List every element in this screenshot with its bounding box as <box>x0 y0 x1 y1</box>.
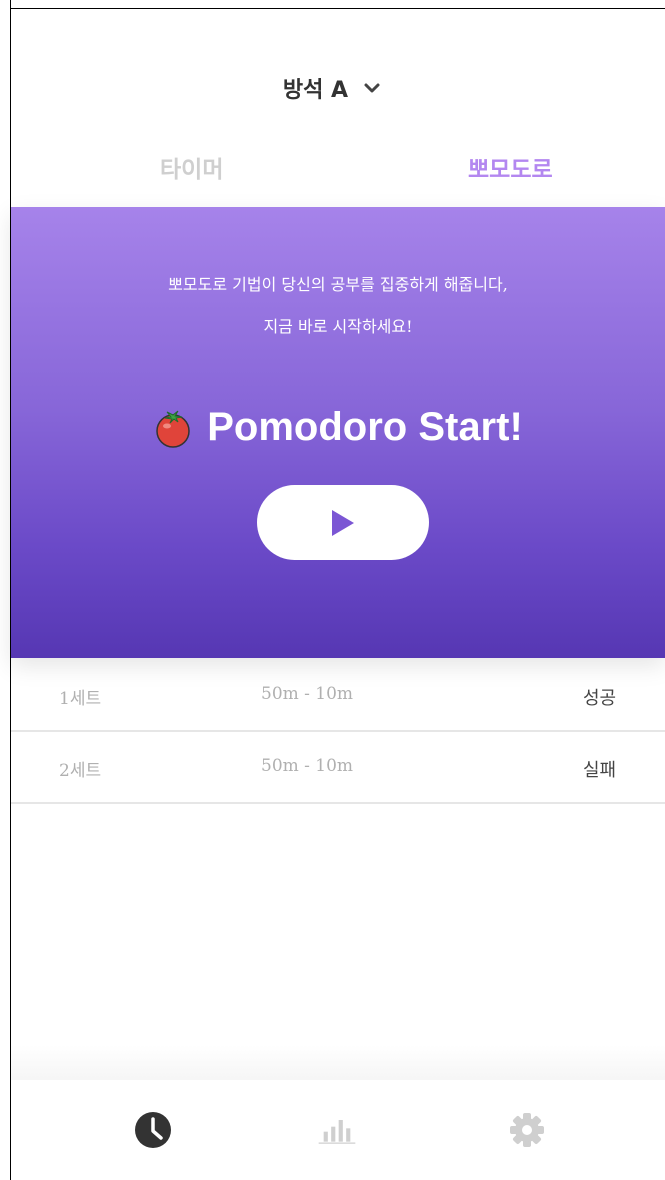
room-label: 방석 A <box>282 78 349 103</box>
set-status: 실패 <box>583 760 617 781</box>
set-time: 50m - 10m <box>261 684 354 704</box>
hero-title-row: Pomodoro Start! <box>11 405 665 450</box>
nav-stats-button[interactable] <box>317 1110 357 1150</box>
set-list: 1세트 50m - 10m 성공 2세트 50m - 10m 실패 <box>11 660 665 804</box>
pomodoro-hero-card: 뽀모도로 기법이 당신의 공부를 집중하게 해줍니다, 지금 바로 시작하세요!… <box>11 207 665 658</box>
bottom-nav <box>11 1080 665 1180</box>
tomato-icon <box>156 410 190 448</box>
list-item: 1세트 50m - 10m 성공 <box>11 660 665 732</box>
hero-title: Pomodoro Start! <box>207 405 523 449</box>
list-item: 2세트 50m - 10m 실패 <box>11 732 665 804</box>
set-status: 성공 <box>583 688 617 709</box>
play-icon <box>332 509 354 536</box>
gear-icon <box>510 1113 544 1147</box>
bar-chart-icon <box>318 1120 356 1144</box>
nav-settings-button[interactable] <box>507 1110 547 1150</box>
start-button[interactable] <box>257 485 429 560</box>
frame-border-top <box>10 8 665 9</box>
set-time: 50m - 10m <box>261 756 354 776</box>
bottom-nav-shadow <box>11 1045 665 1080</box>
tab-timer[interactable]: 타이머 <box>160 150 223 184</box>
chevron-down-icon <box>364 83 380 93</box>
set-name: 1세트 <box>59 689 102 709</box>
nav-timer-button[interactable] <box>133 1110 173 1150</box>
tab-pomodoro[interactable]: 뽀모도로 <box>468 150 553 184</box>
hero-description-line-2: 지금 바로 시작하세요! <box>263 317 413 336</box>
room-selector[interactable]: 방석 A <box>0 70 665 106</box>
set-name: 2세트 <box>59 761 102 781</box>
hero-description-line-1: 뽀모도로 기법이 당신의 공부를 집중하게 해줍니다, <box>168 275 508 294</box>
mode-tabs: 타이머 뽀모도로 <box>10 150 665 186</box>
clock-icon <box>135 1112 171 1148</box>
